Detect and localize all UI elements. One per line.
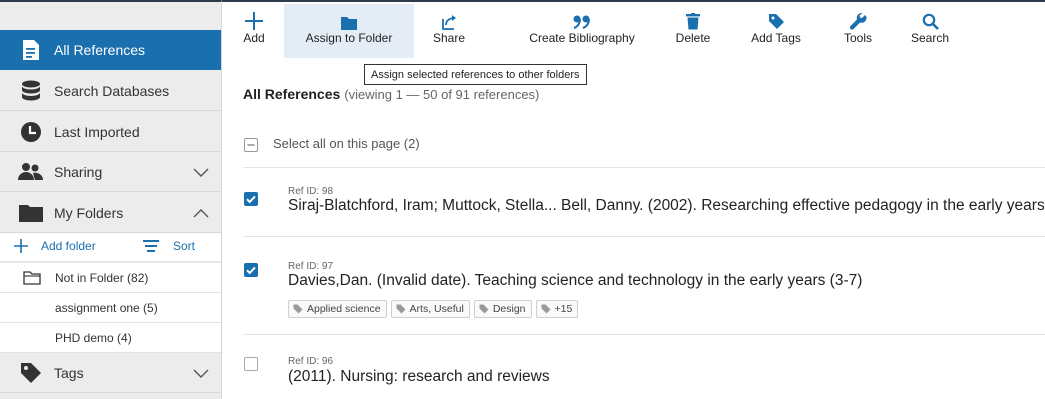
wrench-icon <box>849 6 867 30</box>
plus-icon <box>245 6 263 30</box>
sidebar-item-sharing[interactable]: Sharing <box>0 152 221 192</box>
divider <box>243 236 1045 237</box>
reference-title[interactable]: Davies,Dan. (Invalid date). Teaching sci… <box>288 272 862 290</box>
sidebar: All References Search Databases Last Imp… <box>0 0 222 399</box>
chevron-down-icon[interactable] <box>193 164 209 180</box>
tag-chip[interactable]: Arts, Useful <box>390 300 470 318</box>
divider <box>243 167 1045 168</box>
chevron-down-icon[interactable] <box>193 365 209 381</box>
sidebar-item-label: All References <box>54 42 146 58</box>
tag-chip[interactable]: Design <box>473 300 532 318</box>
folder-item-phd-demo[interactable]: PHD demo (4) <box>0 323 221 353</box>
sort-icon <box>143 240 159 252</box>
sidebar-item-tags[interactable]: Tags <box>0 353 221 393</box>
tag-chip[interactable]: Applied science <box>288 300 387 318</box>
reference-title[interactable]: (2011). Nursing: research and reviews <box>288 368 550 386</box>
tag-chip[interactable]: +15 <box>535 300 579 318</box>
add-tags-button[interactable]: Add Tags <box>744 4 808 58</box>
sidebar-item-search-databases[interactable]: Search Databases <box>0 71 221 111</box>
folder-actions: Add folder Sort <box>0 233 221 262</box>
trash-icon <box>686 6 700 30</box>
sidebar-item-label: My Folders <box>54 204 124 221</box>
assign-to-folder-button[interactable]: Assign to Folder <box>284 4 414 58</box>
ref-id: Ref ID: 96 <box>288 356 334 367</box>
tooltip: Assign selected references to other fold… <box>364 64 587 85</box>
tag-icon <box>541 304 550 314</box>
divider <box>243 334 1045 335</box>
share-button[interactable]: Share <box>424 4 474 58</box>
sidebar-item-my-folders[interactable]: My Folders <box>0 193 221 233</box>
sidebar-item-last-imported[interactable]: Last Imported <box>0 112 221 152</box>
clock-icon <box>18 120 44 144</box>
reference-title[interactable]: Siraj-Blatchford, Iram; Muttock, Stella.… <box>288 197 1045 215</box>
reference-checkbox[interactable] <box>244 357 258 371</box>
tools-button[interactable]: Tools <box>836 4 880 58</box>
page-title: All References (viewing 1 — 50 of 91 refe… <box>243 86 540 102</box>
chevron-up-icon[interactable] <box>193 205 209 221</box>
page-subtitle: (viewing 1 — 50 of 91 references) <box>344 87 540 102</box>
users-icon <box>18 160 44 184</box>
share-icon <box>441 6 457 30</box>
ref-id: Ref ID: 97 <box>288 261 334 272</box>
folder-icon <box>341 6 357 30</box>
delete-button[interactable]: Delete <box>670 4 716 58</box>
sidebar-item-label: Tags <box>54 364 84 381</box>
tag-icon <box>479 304 489 314</box>
tag-list: Applied science Arts, Useful Design +15 <box>288 300 579 318</box>
toolbar: Add Assign to Folder Share Create Biblio… <box>222 0 1045 58</box>
sort-button[interactable]: Sort <box>143 239 195 253</box>
plus-icon <box>14 239 28 253</box>
search-icon <box>922 6 939 30</box>
reference-checkbox[interactable] <box>244 263 258 277</box>
select-all-checkbox[interactable] <box>244 138 258 152</box>
sidebar-item-all-references[interactable]: All References <box>0 30 221 70</box>
add-folder-button[interactable]: Add folder <box>14 239 96 253</box>
tag-icon <box>768 6 785 30</box>
tag-icon <box>18 361 44 385</box>
folder-icon <box>18 201 44 225</box>
document-icon <box>18 38 44 62</box>
ref-id: Ref ID: 98 <box>288 186 334 197</box>
search-button[interactable]: Search <box>908 4 952 58</box>
folder-outline-icon <box>23 270 41 285</box>
tag-icon <box>396 304 406 314</box>
add-button[interactable]: Add <box>235 4 273 58</box>
select-all-label: Select all on this page (2) <box>273 136 420 151</box>
folder-item-not-in-folder[interactable]: Not in Folder (82) <box>0 263 221 293</box>
sidebar-item-label: Search Databases <box>54 82 170 99</box>
sidebar-item-label: Sharing <box>54 163 103 180</box>
tag-icon <box>293 304 303 314</box>
reference-checkbox[interactable] <box>244 192 258 206</box>
folder-item-assignment-one[interactable]: assignment one (5) <box>0 293 221 323</box>
create-bibliography-button[interactable]: Create Bibliography <box>518 4 646 58</box>
database-icon <box>18 79 44 103</box>
sidebar-item-label: Last Imported <box>54 123 140 140</box>
quote-icon <box>573 6 591 30</box>
